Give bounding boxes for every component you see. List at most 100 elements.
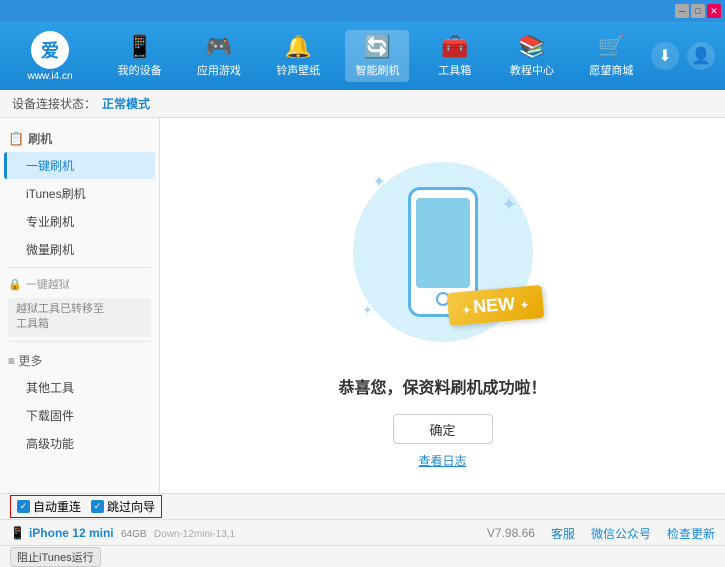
sidebar-item-advanced[interactable]: 高级功能 [4, 430, 155, 457]
wechat-public-link[interactable]: 微信公众号 [591, 525, 651, 542]
advanced-label: 高级功能 [26, 437, 74, 451]
other-tools-label: 其他工具 [26, 381, 74, 395]
lock-icon: 🔒 [8, 278, 22, 291]
window-controls: ─ □ ✕ [675, 4, 721, 18]
nav-my-device[interactable]: 📱 我的设备 [108, 30, 172, 82]
smart-flash-icon: 🔄 [364, 34, 391, 60]
pro-flash-label: 专业刷机 [26, 215, 74, 229]
customer-service-link[interactable]: 客服 [551, 525, 575, 542]
footer-row2: 📱 iPhone 12 mini 64GB Down-12mini-13,1 V… [0, 520, 725, 546]
sidebar-jailbreak-note: 越狱工具已转移至工具箱 [8, 298, 151, 337]
device-storage: 64GB [121, 529, 147, 540]
sidebar-item-other-tools[interactable]: 其他工具 [4, 374, 155, 401]
sidebar-jailbreak-section: 🔒 一键越狱 [0, 272, 159, 296]
main-layout: 📋 刷机 一键刷机 iTunes刷机 专业刷机 微量刷机 🔒 一键越狱 越狱工具… [0, 118, 725, 493]
download-button[interactable]: ⬇ [651, 42, 679, 70]
content-area: ✦ ✦ ✦ NEW 恭喜您，保资料刷机成功啦！ 确定 查看日志 [160, 118, 725, 493]
checkbox-group: ✓ 自动重连 ✓ 跳过向导 [10, 495, 162, 518]
logo-icon: 爱 [31, 31, 69, 69]
status-value: 正常模式 [102, 95, 150, 112]
nav-apps-games[interactable]: 🎮 应用游戏 [187, 30, 251, 82]
view-log-link[interactable]: 查看日志 [418, 452, 466, 469]
itunes-stop-button[interactable]: 阻止iTunes运行 [10, 547, 101, 567]
close-button[interactable]: ✕ [707, 4, 721, 18]
skip-guide-checkbox[interactable]: ✓ 跳过向导 [91, 498, 155, 515]
sparkle-icon-3: ✦ [363, 303, 373, 317]
bottom-section: ✓ 自动重连 ✓ 跳过向导 📱 iPhone 12 mini 64GB Down… [0, 493, 725, 545]
new-badge: NEW [447, 285, 544, 326]
maximize-button[interactable]: □ [691, 4, 705, 18]
sidebar-more-section: ≡ 更多 [0, 346, 159, 373]
wishes-store-label: 愿望商城 [589, 62, 633, 78]
phone-circle-bg: ✦ ✦ ✦ NEW [353, 162, 533, 342]
sidebar-item-pro-flash[interactable]: 专业刷机 [4, 208, 155, 235]
device-info: iPhone 12 mini 64GB Down-12mini-13,1 [29, 526, 235, 540]
apps-games-label: 应用游戏 [197, 62, 241, 78]
auto-reconnect-check-icon: ✓ [17, 500, 30, 513]
nav-tutorial[interactable]: 📚 教程中心 [500, 30, 564, 82]
phone-illustration: ✦ ✦ ✦ NEW [343, 142, 543, 362]
one-click-flash-label: 一键刷机 [26, 159, 74, 173]
logo[interactable]: 爱 www.i4.cn [10, 31, 90, 82]
device-info-section: 📱 iPhone 12 mini 64GB Down-12mini-13,1 [10, 526, 235, 540]
footer-row1: ✓ 自动重连 ✓ 跳过向导 [0, 494, 725, 520]
jailbreak-label: 一键越狱 [26, 276, 70, 292]
flash-section-title: 刷机 [28, 130, 52, 147]
version-text: V7.98.66 [487, 526, 535, 540]
phone-screen [416, 198, 470, 288]
device-name: iPhone 12 mini [29, 526, 114, 540]
sidebar-item-itunes-flash[interactable]: iTunes刷机 [4, 180, 155, 207]
check-update-link[interactable]: 检查更新 [667, 525, 715, 542]
logo-url: www.i4.cn [27, 71, 72, 82]
toolbox-label: 工具箱 [438, 62, 471, 78]
device-phone-icon: 📱 [10, 526, 25, 540]
skip-guide-label: 跳过向导 [107, 498, 155, 515]
jailbreak-note-text: 越狱工具已转移至工具箱 [16, 303, 104, 330]
sparkle-icon-2: ✦ [501, 192, 518, 217]
nav-smart-flash[interactable]: 🔄 智能刷机 [345, 30, 409, 82]
sidebar-item-download-firmware[interactable]: 下载固件 [4, 402, 155, 429]
device-model: Down-12mini-13,1 [154, 529, 235, 540]
sparkle-icon-1: ✦ [373, 172, 386, 192]
ringtones-icon: 🔔 [285, 34, 312, 60]
title-bar: ─ □ ✕ [0, 0, 725, 22]
tutorial-icon: 📚 [518, 34, 545, 60]
footer-right: V7.98.66 客服 微信公众号 检查更新 [487, 525, 715, 542]
my-device-label: 我的设备 [118, 62, 162, 78]
status-bar: 设备连接状态： 正常模式 [0, 90, 725, 118]
itunes-bar: 阻止iTunes运行 [0, 545, 725, 567]
header-right: ⬇ 👤 [651, 42, 715, 70]
more-title-label: ≡ 更多 [8, 352, 42, 369]
sidebar-item-screen-flash[interactable]: 微量刷机 [4, 236, 155, 263]
status-label: 设备连接状态： [12, 95, 96, 112]
success-message: 恭喜您，保资料刷机成功啦！ [338, 374, 546, 398]
nav-wishes-store[interactable]: 🛒 愿望商城 [579, 30, 643, 82]
nav-bar: 📱 我的设备 🎮 应用游戏 🔔 铃声壁纸 🔄 智能刷机 🧰 工具箱 📚 教程中心… [100, 30, 651, 82]
auto-reconnect-checkbox[interactable]: ✓ 自动重连 [17, 498, 81, 515]
tutorial-label: 教程中心 [510, 62, 554, 78]
flash-section-icon: 📋 [8, 131, 24, 147]
sidebar-section-flash: 📋 刷机 [0, 124, 159, 151]
header: 爱 www.i4.cn 📱 我的设备 🎮 应用游戏 🔔 铃声壁纸 🔄 智能刷机 … [0, 22, 725, 90]
itunes-flash-label: iTunes刷机 [26, 187, 86, 201]
sidebar-divider-1 [8, 267, 151, 268]
sidebar-item-one-click-flash[interactable]: 一键刷机 [4, 152, 155, 179]
confirm-button[interactable]: 确定 [393, 414, 493, 444]
skip-guide-check-icon: ✓ [91, 500, 104, 513]
auto-reconnect-label: 自动重连 [33, 498, 81, 515]
apps-games-icon: 🎮 [205, 34, 232, 60]
toolbox-icon: 🧰 [441, 34, 468, 60]
download-firmware-label: 下载固件 [26, 409, 74, 423]
account-button[interactable]: 👤 [687, 42, 715, 70]
sidebar: 📋 刷机 一键刷机 iTunes刷机 专业刷机 微量刷机 🔒 一键越狱 越狱工具… [0, 118, 160, 493]
ringtones-label: 铃声壁纸 [276, 62, 320, 78]
minimize-button[interactable]: ─ [675, 4, 689, 18]
logo-char: 爱 [41, 37, 59, 63]
sidebar-divider-2 [8, 341, 151, 342]
my-device-icon: 📱 [126, 34, 153, 60]
nav-ringtones[interactable]: 🔔 铃声壁纸 [266, 30, 330, 82]
new-badge-text: NEW [472, 293, 516, 317]
smart-flash-label: 智能刷机 [355, 62, 399, 78]
nav-toolbox[interactable]: 🧰 工具箱 [425, 30, 485, 82]
screen-flash-label: 微量刷机 [26, 243, 74, 257]
